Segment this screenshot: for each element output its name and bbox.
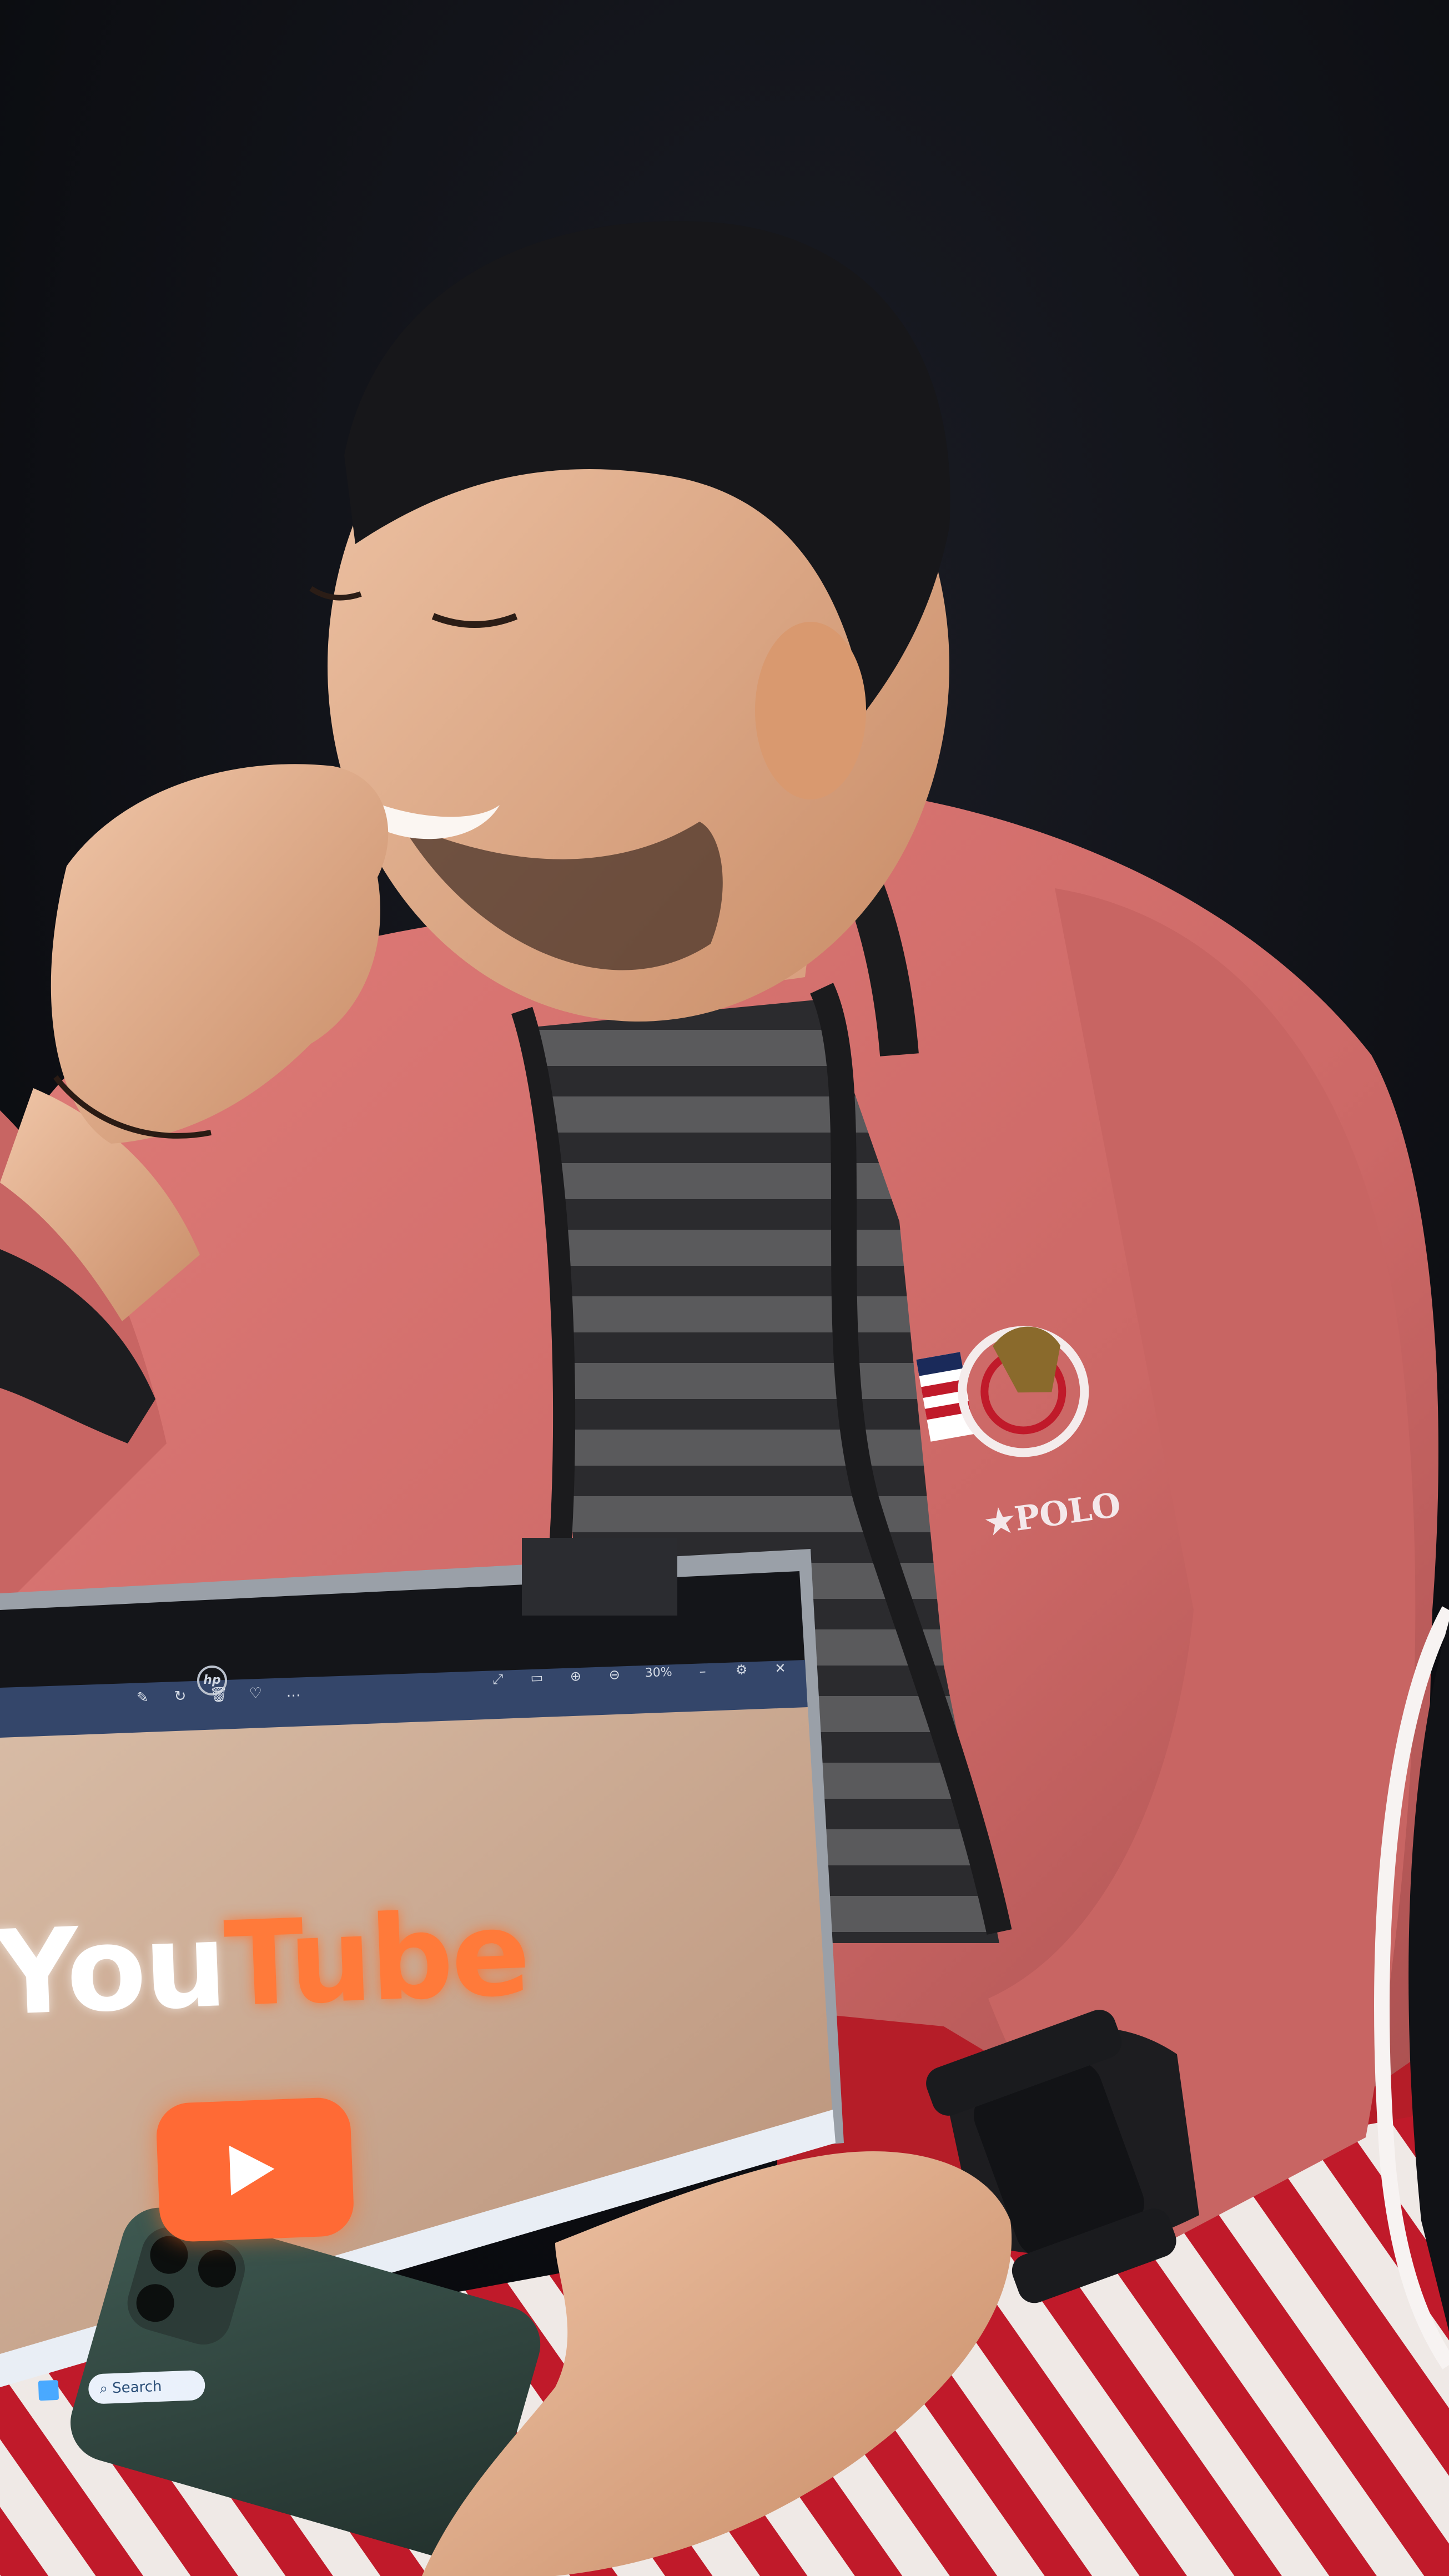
zoom-in-icon[interactable]: ⊕ (567, 1668, 584, 1685)
favorite-icon[interactable]: ♡ (247, 1684, 264, 1702)
taskbar-search[interactable]: ⌕ Search (88, 2369, 206, 2404)
image-edit-icon[interactable]: ✎ (134, 1689, 151, 1706)
windows-start-icon[interactable] (38, 2379, 59, 2401)
rotate-icon[interactable]: ↻ (172, 1688, 189, 1705)
close-icon[interactable]: ✕ (772, 1659, 789, 1677)
taskbar-search-label: Search (112, 2378, 163, 2397)
delete-icon[interactable]: 🗑 (209, 1686, 228, 1703)
youtube-wordmark-you: You (0, 1896, 228, 2042)
zoom-level[interactable]: 30% (645, 1664, 672, 1682)
youtube-wordmark-tube: Tube (222, 1885, 531, 2033)
youtube-play-icon (155, 2096, 355, 2243)
window-controls: ⤢ ▭ ⊕ ⊖ 30% – ⚙ ✕ (489, 1659, 789, 1688)
zoom-out-icon[interactable]: ⊖ (606, 1666, 623, 1683)
youtube-wordmark: YouTube (0, 1885, 531, 2042)
slideshow-icon[interactable]: ▭ (528, 1669, 545, 1686)
settings-icon[interactable]: ⚙ (733, 1661, 750, 1678)
play-triangle-icon (229, 2144, 276, 2196)
expand-icon[interactable]: ⤢ (489, 1671, 506, 1688)
more-icon[interactable]: … (285, 1683, 302, 1700)
minimize-icon[interactable]: – (694, 1663, 711, 1680)
laptop-screen: ✎ ↻ 🗑 ♡ … ⤢ ▭ ⊕ ⊖ 30% – ⚙ ✕ YouTube ⌕ Se… (0, 1646, 838, 2420)
